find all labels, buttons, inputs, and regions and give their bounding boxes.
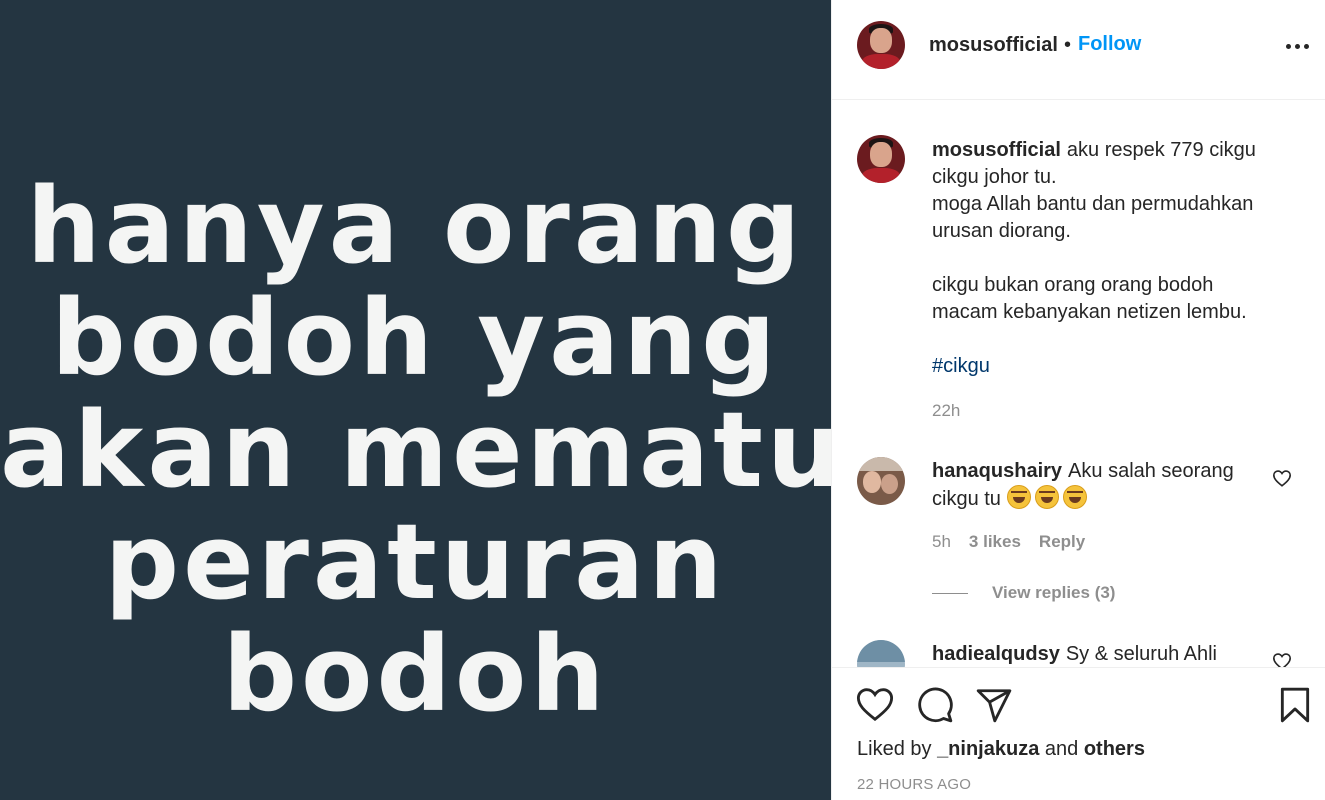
caption-text: mosusofficial aku respek 779 cikgu cikgu … <box>932 137 1292 380</box>
caption-line: cikgu johor tu. <box>932 166 1057 188</box>
hashtag-link[interactable]: #cikgu <box>932 355 990 377</box>
likes-conj: and <box>1044 738 1079 760</box>
comment-username[interactable]: hadiealqudsy <box>932 643 1060 665</box>
comment-line: Aku salah seorang <box>1068 460 1234 482</box>
post-image[interactable]: hanya orang bodoh yang akan mematuhi per… <box>0 0 831 800</box>
caption-line: moga Allah bantu dan permudahkan <box>932 193 1254 215</box>
comment-text: hadiealqudsy Sy & seluruh Ahli <box>932 641 1292 667</box>
post-timestamp[interactable]: 22 HOURS AGO <box>857 776 971 793</box>
author-avatar[interactable] <box>857 21 905 69</box>
post-image-text: hanya orang bodoh yang akan mematuhi per… <box>0 170 831 730</box>
comment-username[interactable]: hanaqushairy <box>932 460 1062 482</box>
caption-line: aku respek 779 cikgu <box>1066 139 1256 161</box>
laughing-emoji-icon <box>1034 485 1059 509</box>
follow-button[interactable]: Follow <box>1078 31 1141 57</box>
author-username[interactable]: mosusofficial <box>929 32 1058 58</box>
comment-time[interactable]: 5h <box>932 532 951 552</box>
caption-line: urusan diorang. <box>932 220 1071 242</box>
comment-text: hanaqushairy Aku salah seorang cikgu tu <box>932 458 1292 513</box>
caption-username[interactable]: mosusofficial <box>932 139 1061 161</box>
action-bar: Liked by _ninjakuza and others 22 HOURS … <box>832 667 1325 800</box>
likes-prefix: Liked by <box>857 738 932 760</box>
comment-line: cikgu tu <box>932 488 1001 510</box>
bookmark-icon[interactable] <box>1276 686 1314 724</box>
comment-avatar[interactable] <box>857 457 905 505</box>
view-replies-label: View replies (3) <box>992 583 1116 602</box>
laughing-emoji-icon <box>1006 485 1031 509</box>
separator-dot: • <box>1064 34 1072 56</box>
more-horizontal-icon[interactable] <box>1286 36 1310 56</box>
comment-icon[interactable] <box>916 686 954 724</box>
view-replies-button[interactable]: View replies (3) <box>932 583 1115 603</box>
laughing-emoji-icon <box>1062 485 1087 509</box>
comment-like-icon[interactable] <box>1272 652 1292 667</box>
post-header: mosusofficial • Follow <box>832 0 1325 100</box>
caption-line: macam kebanyakan netizen lembu. <box>932 301 1247 323</box>
caption-meta: 22h <box>932 401 960 421</box>
comment-avatar[interactable] <box>857 640 905 667</box>
send-icon[interactable] <box>975 686 1013 724</box>
liked-by-user[interactable]: _ninjakuza <box>937 738 1039 760</box>
image-text-line: bodoh <box>222 613 609 735</box>
comment-likes[interactable]: 3 likes <box>969 532 1021 552</box>
comment-item: hanaqushairy Aku salah seorang cikgu tu 5… <box>832 457 1325 607</box>
image-text-line: hanya orang <box>26 165 805 287</box>
caption-line: cikgu bukan orang orang bodoh <box>932 274 1214 296</box>
caption-time[interactable]: 22h <box>932 401 960 421</box>
comment-like-icon[interactable] <box>1272 469 1292 487</box>
heart-icon[interactable] <box>856 686 894 724</box>
image-text-line: akan mematuhi <box>0 389 831 511</box>
caption: mosusofficial aku respek 779 cikgu cikgu … <box>832 135 1325 435</box>
likes-others[interactable]: others <box>1084 738 1145 760</box>
image-text-line: bodoh yang <box>51 277 780 399</box>
reply-button[interactable]: Reply <box>1039 532 1085 552</box>
comment-meta: 5h 3 likes Reply <box>932 532 1085 552</box>
comments-list[interactable]: mosusofficial aku respek 779 cikgu cikgu … <box>832 101 1325 667</box>
likes-summary: Liked by _ninjakuza and others <box>857 738 1145 761</box>
comment-line: Sy & seluruh Ahli <box>1065 643 1218 665</box>
caption-avatar[interactable] <box>857 135 905 183</box>
post-sidebar: mosusofficial • Follow mosusofficial aku … <box>831 0 1325 800</box>
image-text-line: peraturan <box>104 501 727 623</box>
comment-item: hadiealqudsy Sy & seluruh Ahli <box>832 640 1325 667</box>
